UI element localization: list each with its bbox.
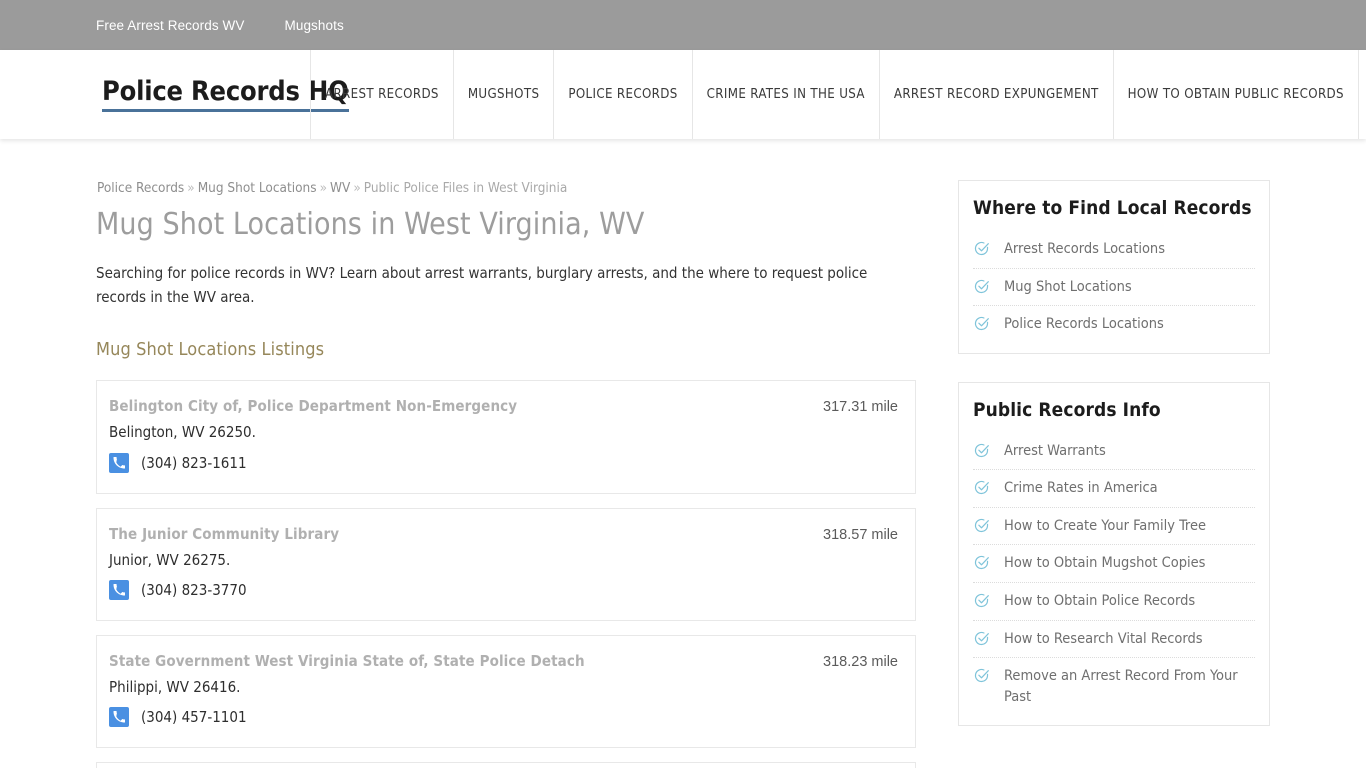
nav-item-mugshots[interactable]: MUGSHOTS	[452, 50, 554, 139]
check-circle-icon	[973, 240, 990, 257]
sidebar-item-remove-an-arrest-record-from-your-past[interactable]: Remove an Arrest Record From Your Past	[973, 658, 1255, 715]
sidebar-item-label[interactable]: Arrest Records Locations	[1004, 239, 1165, 260]
breadcrumb-item-mug-shot-locations[interactable]: Mug Shot Locations	[198, 180, 317, 196]
sidebar-item-label[interactable]: Crime Rates in America	[1004, 478, 1158, 499]
nav-item-arrest-record-expungement[interactable]: ARREST RECORD EXPUNGEMENT	[878, 50, 1113, 139]
listing-card[interactable]: North Berkeley Public Library 200.21 mil…	[96, 762, 916, 768]
page-title: Mug Shot Locations in West Virginia, WV	[96, 207, 645, 243]
sidebar-item-label[interactable]: Arrest Warrants	[1004, 441, 1106, 462]
site-header: Police Records HQ ARREST RECORDS MUGSHOT…	[0, 50, 1366, 139]
widget-where-to-find-local-records: Where to Find Local Records Arrest Recor…	[958, 180, 1270, 354]
listing-address: Philippi, WV 26416.	[109, 677, 241, 696]
sidebar-item-police-records-locations[interactable]: Police Records Locations	[973, 306, 1255, 343]
logo-container: Police Records HQ	[0, 50, 349, 139]
listing-name[interactable]: The Junior Community Library	[109, 525, 823, 543]
breadcrumb-separator: »	[319, 180, 327, 196]
breadcrumb-item-wv[interactable]: WV	[330, 180, 350, 196]
sidebar-item-label[interactable]: Mug Shot Locations	[1004, 277, 1132, 298]
breadcrumb: Police Records» Mug Shot Locations» WV» Pub…	[97, 180, 916, 196]
listing-phone-number[interactable]: (304) 457-1101	[141, 708, 247, 726]
topbar-link-mugshots[interactable]: Mugshots	[285, 18, 344, 33]
sidebar-item-arrest-records-locations[interactable]: Arrest Records Locations	[973, 231, 1255, 269]
sidebar-item-arrest-warrants[interactable]: Arrest Warrants	[973, 433, 1255, 471]
check-circle-icon	[973, 667, 990, 684]
widget-list: Arrest Warrants Crime Rates in America H…	[973, 433, 1255, 716]
sidebar-item-crime-rates-in-america[interactable]: Crime Rates in America	[973, 470, 1255, 508]
widget-title: Where to Find Local Records	[973, 197, 1252, 219]
listing-distance: 317.31 mile	[823, 399, 898, 416]
sidebar: Where to Find Local Records Arrest Recor…	[958, 180, 1270, 768]
intro-paragraph: Searching for police records in WV? Lear…	[96, 263, 868, 306]
sidebar-item-how-to-obtain-police-records[interactable]: How to Obtain Police Records	[973, 583, 1255, 621]
sidebar-item-how-to-create-your-family-tree[interactable]: How to Create Your Family Tree	[973, 508, 1255, 546]
phone-icon	[109, 707, 129, 728]
sidebar-item-label[interactable]: How to Research Vital Records	[1004, 629, 1203, 650]
listings-container: Belington City of, Police Department Non…	[96, 380, 916, 768]
listing-header: The Junior Community Library 318.57 mile	[109, 525, 898, 543]
check-circle-icon	[973, 517, 990, 534]
nav-item-crime-rates-in-the-usa[interactable]: CRIME RATES IN THE USA	[691, 50, 879, 139]
sidebar-item-how-to-obtain-mugshot-copies[interactable]: How to Obtain Mugshot Copies	[973, 545, 1255, 584]
sidebar-item-how-to-research-vital-records[interactable]: How to Research Vital Records	[973, 621, 1255, 659]
check-circle-icon	[973, 592, 990, 609]
nav-item-arrest-records[interactable]: ARREST RECORDS	[310, 50, 453, 139]
listing-header: Belington City of, Police Department Non…	[109, 397, 898, 415]
main-content: Police Records» Mug Shot Locations» WV» Pub…	[96, 180, 916, 768]
check-circle-icon	[973, 442, 990, 459]
sidebar-item-label[interactable]: How to Create Your Family Tree	[1004, 516, 1206, 537]
widget-public-records-info: Public Records Info Arrest Warrants Crim…	[958, 381, 1270, 727]
breadcrumb-separator: »	[187, 180, 195, 196]
listing-distance: 318.57 mile	[823, 526, 898, 543]
breadcrumb-separator: »	[353, 180, 361, 196]
listing-phone-number[interactable]: (304) 823-1611	[141, 454, 247, 472]
nav-item-how-to-obtain-public-records[interactable]: HOW TO OBTAIN PUBLIC RECORDS	[1112, 50, 1359, 139]
listing-phone-row: (304) 823-1611	[109, 452, 898, 473]
check-circle-icon	[973, 630, 990, 647]
check-circle-icon	[973, 315, 990, 332]
listing-card[interactable]: State Government West Virginia State of,…	[96, 634, 916, 749]
top-utility-bar: Free Arrest Records WV Mugshots	[0, 0, 1366, 50]
listing-address: Junior, WV 26275.	[109, 550, 231, 569]
widget-title: Public Records Info	[973, 398, 1161, 421]
listing-name[interactable]: Belington City of, Police Department Non…	[109, 397, 823, 415]
sidebar-item-label[interactable]: Remove an Arrest Record From Your Past	[1004, 666, 1255, 707]
page-container: Police Records» Mug Shot Locations» WV» Pub…	[0, 139, 1366, 768]
listing-header: State Government West Virginia State of,…	[109, 652, 898, 670]
listing-phone-number[interactable]: (304) 823-3770	[141, 581, 247, 599]
listings-section-title: Mug Shot Locations Listings	[96, 339, 325, 361]
phone-icon	[109, 579, 129, 600]
listing-card[interactable]: Belington City of, Police Department Non…	[96, 380, 916, 494]
listing-phone-row: (304) 457-1101	[109, 707, 898, 728]
check-circle-icon	[973, 479, 990, 496]
listing-card[interactable]: The Junior Community Library 318.57 mile…	[96, 507, 916, 621]
breadcrumb-item-police-records[interactable]: Police Records	[97, 180, 184, 196]
breadcrumb-item-current: Public Police Files in West Virginia	[363, 180, 568, 196]
listing-distance: 318.23 mile	[823, 653, 898, 670]
listing-name[interactable]: State Government West Virginia State of,…	[109, 652, 823, 670]
listing-phone-row: (304) 823-3770	[109, 579, 898, 600]
phone-icon	[109, 452, 129, 473]
sidebar-item-label[interactable]: How to Obtain Police Records	[1004, 591, 1195, 612]
sidebar-item-label[interactable]: How to Obtain Mugshot Copies	[1004, 553, 1205, 574]
check-circle-icon	[973, 554, 990, 571]
check-circle-icon	[973, 278, 990, 295]
main-navigation: ARREST RECORDS MUGSHOTS POLICE RECORDS C…	[310, 50, 1366, 139]
widget-list: Arrest Records Locations Mug Shot Locati…	[973, 231, 1255, 343]
topbar-link-free-arrest-records-wv[interactable]: Free Arrest Records WV	[96, 18, 245, 33]
sidebar-item-mug-shot-locations[interactable]: Mug Shot Locations	[973, 269, 1255, 307]
sidebar-item-label[interactable]: Police Records Locations	[1004, 314, 1164, 335]
nav-item-police-records[interactable]: POLICE RECORDS	[553, 50, 691, 139]
listing-address: Belington, WV 26250.	[109, 423, 256, 442]
